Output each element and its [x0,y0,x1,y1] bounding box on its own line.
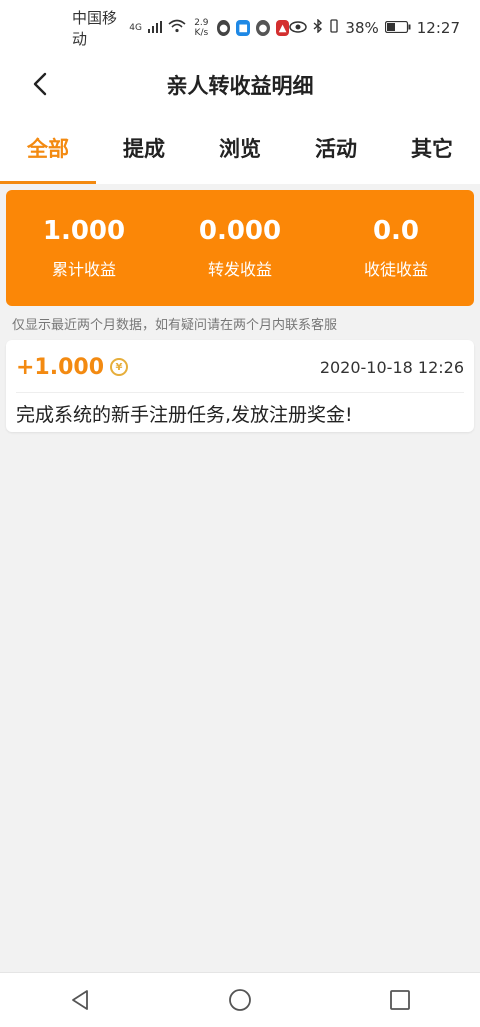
summary-apprentice-value: 0.0 [372,216,420,246]
status-bar: 中国移动 4G 2.9 K/s ● ■ ● ▲ 38% 12:27 [0,0,480,56]
status-left: 中国移动 4G 2.9 K/s ● ■ ● ▲ [72,7,290,49]
browser-app-icon: ● [256,20,270,36]
record-description: 完成系统的新手注册任务,发放注册奖金! [16,404,353,426]
eye-comfort-icon [289,19,308,37]
earnings-summary-card: 1.000 累计收益 0.000 转发收益 0.0 收徒收益 [6,190,474,306]
signal-icon [147,19,162,37]
square-recents-icon [390,990,410,1010]
net-speed: 2.9 K/s [192,18,211,38]
nav-home-button[interactable] [210,980,270,1020]
red-app-icon: ▲ [275,20,290,36]
summary-total-label: 累计收益 [51,260,116,279]
summary-total: 1.000 累计收益 [9,216,159,280]
summary-forward-label: 转发收益 [207,260,272,279]
list-item[interactable]: +1.000 ¥ 2020-10-18 12:26 完成系统的新手注册任务,发放… [6,340,474,432]
record-amount-wrap: +1.000 ¥ [16,354,129,380]
record-divider [16,392,464,393]
bluetooth-icon [313,18,323,37]
network-type: 4G [129,23,142,33]
summary-forward: 0.000 转发收益 [165,216,315,280]
battery-icon [384,19,411,37]
summary-forward-value: 0.000 [198,216,282,246]
battery-percent: 38% [345,19,379,37]
status-right: 38% 12:27 [289,18,460,37]
record-header: +1.000 ¥ 2020-10-18 12:26 [16,352,464,382]
circle-home-icon [229,989,251,1011]
tab-browse[interactable]: 浏览 [192,112,288,184]
tab-all[interactable]: 全部 [0,112,96,184]
page-title: 亲人转收益明细 [166,74,314,98]
record-amount: +1.000 [16,354,105,380]
triangle-back-icon [72,990,88,1010]
system-nav-bar [0,972,480,1027]
carrier-label: 中国移动 [72,9,118,48]
tab-other[interactable]: 其它 [384,112,480,184]
nav-back-button[interactable] [50,980,110,1020]
net-speed-value: 2.9 [194,18,209,28]
wifi-icon [168,19,186,37]
record-time: 2020-10-18 12:26 [319,357,464,377]
net-speed-unit: K/s [194,28,209,38]
tab-commission[interactable]: 提成 [96,112,192,184]
summary-apprentice: 0.0 收徒收益 [321,216,471,280]
filter-tabs: 全部 提成 浏览 活动 其它 [0,112,480,184]
app-notification-icon: ● [216,20,231,36]
data-range-notice: 仅显示最近两个月数据，如有疑问请在两个月内联系客服 [12,318,338,333]
summary-total-value: 1.000 [42,216,126,246]
vibrate-icon [329,19,339,37]
shield-app-icon: ■ [236,20,251,36]
coin-icon: ¥ [110,358,129,376]
clock: 12:27 [416,19,460,37]
summary-apprentice-label: 收徒收益 [363,260,428,279]
tab-activity[interactable]: 活动 [288,112,384,184]
page-header: 亲人转收益明细 [0,56,480,112]
nav-recents-button[interactable] [370,980,430,1020]
